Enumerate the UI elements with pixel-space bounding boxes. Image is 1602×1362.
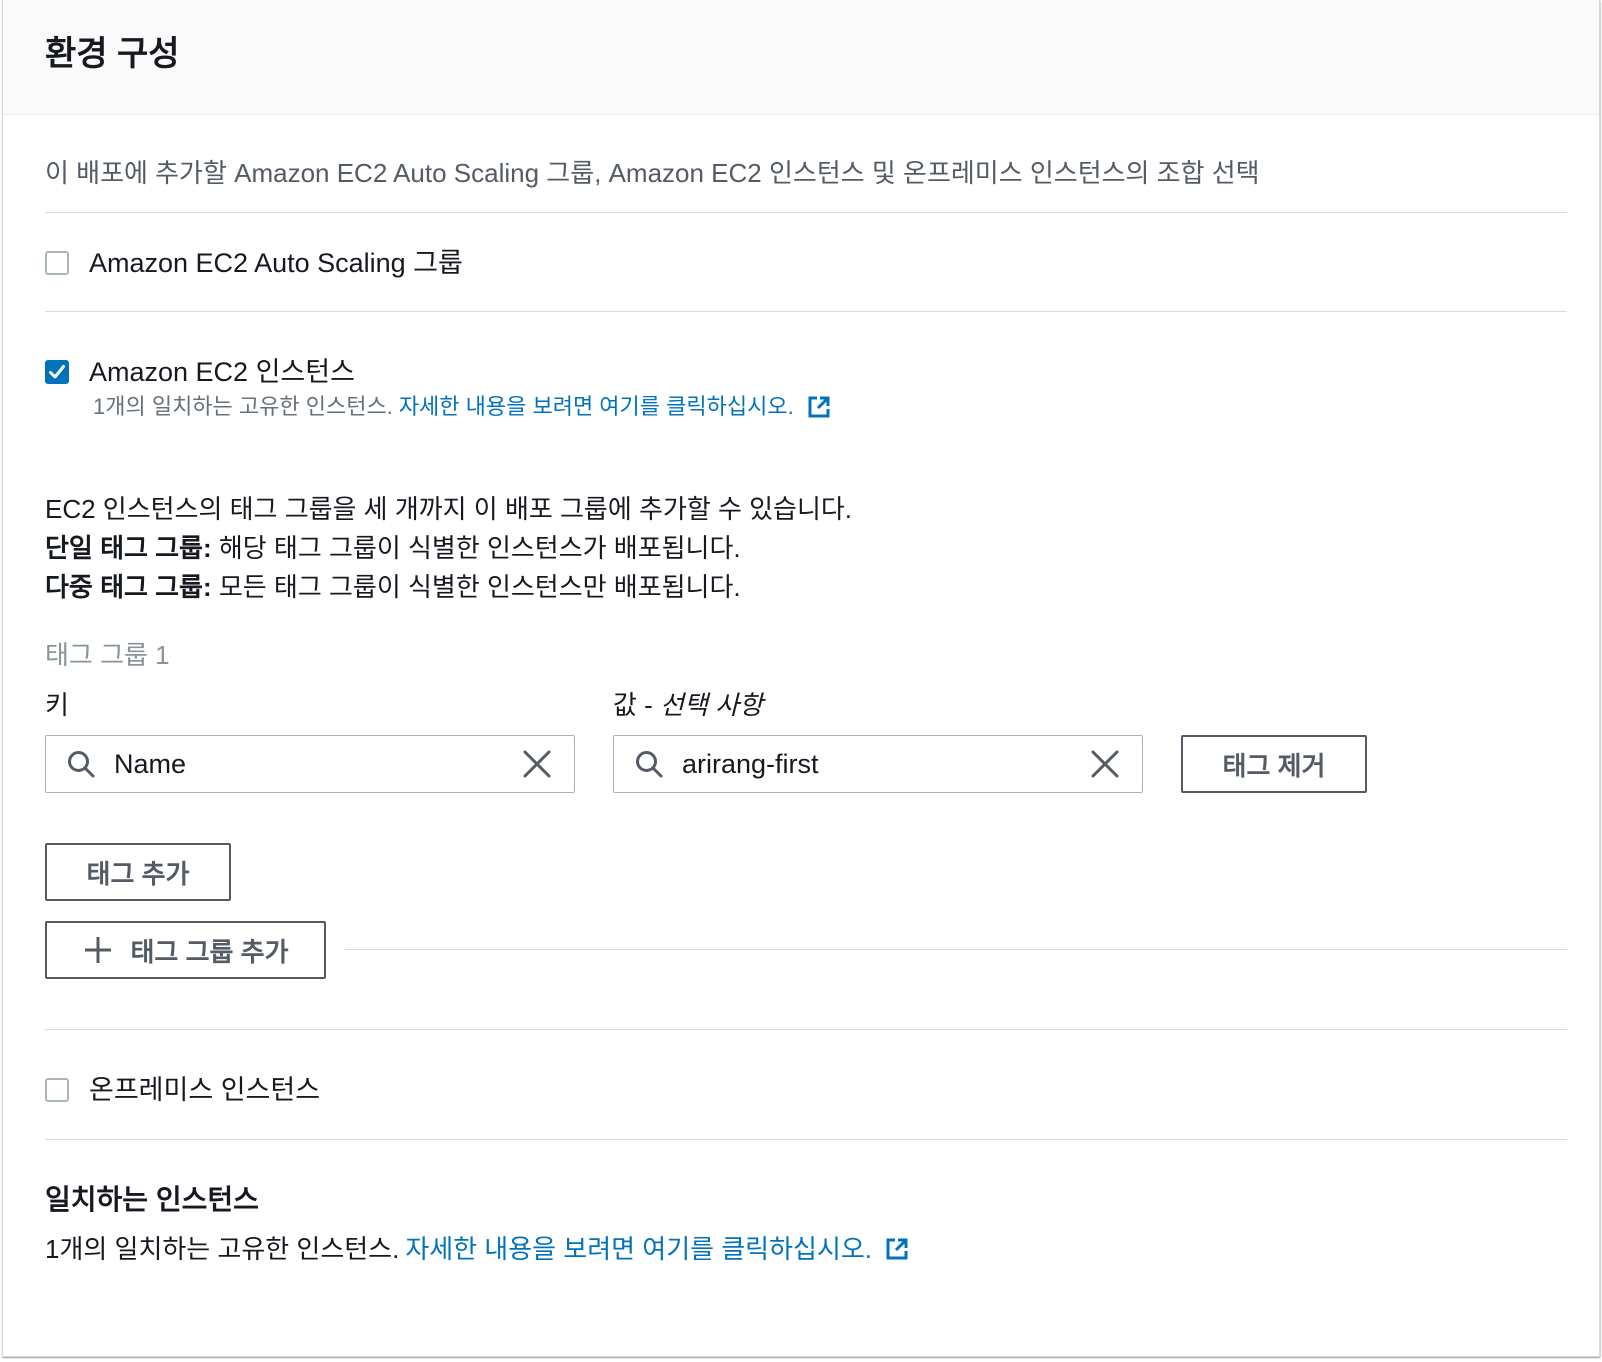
asg-option: Amazon EC2 Auto Scaling 그룹 bbox=[45, 244, 463, 282]
page-title: 환경 구성 bbox=[45, 35, 180, 73]
add-tag-group-label: 태그 그룹 추가 bbox=[130, 936, 289, 967]
value-label: 값 - 선택 사항 bbox=[613, 686, 763, 724]
multi-tag-group-label: 다중 태그 그룹: bbox=[45, 572, 212, 602]
info-line: 단일 태그 그룹: 해당 태그 그룹이 식별한 인스턴스가 배포됩니다. bbox=[45, 529, 852, 568]
close-icon[interactable] bbox=[522, 749, 552, 779]
single-tag-group-label: 단일 태그 그룹: bbox=[45, 533, 212, 563]
panel-header: 환경 구성 bbox=[3, 0, 1599, 115]
key-search-field bbox=[45, 735, 575, 793]
value-label-prefix: 값 - bbox=[613, 690, 661, 720]
divider bbox=[45, 311, 1567, 312]
remove-tag-button[interactable]: 태그 제거 bbox=[1181, 735, 1367, 793]
asg-checkbox-label[interactable]: Amazon EC2 Auto Scaling 그룹 bbox=[89, 244, 463, 282]
ec2-match-summary: 1개의 일치하는 고유한 인스턴스. 자세한 내용을 보려면 여기를 클릭하십시… bbox=[93, 390, 832, 424]
value-label-optional: 선택 사항 bbox=[660, 690, 763, 720]
matching-count: 1개의 일치하는 고유한 인스턴스. bbox=[45, 1234, 400, 1264]
search-icon bbox=[636, 751, 663, 778]
tag-group-title: 태그 그룹 1 bbox=[45, 640, 170, 670]
ec2-checkbox-label[interactable]: Amazon EC2 인스턴스 bbox=[89, 353, 355, 391]
divider bbox=[345, 949, 1567, 950]
tag-group-info: EC2 인스턴스의 태그 그룹을 세 개까지 이 배포 그룹에 추가할 수 있습… bbox=[45, 490, 852, 607]
key-label: 키 bbox=[45, 690, 69, 720]
single-tag-group-text: 해당 태그 그룹이 식별한 인스턴스가 배포됩니다. bbox=[211, 533, 741, 563]
ec2-match-count: 1개의 일치하는 고유한 인스턴스. bbox=[93, 394, 393, 419]
external-link-icon[interactable] bbox=[884, 1236, 910, 1262]
external-link-icon[interactable] bbox=[806, 394, 832, 420]
asg-checkbox[interactable] bbox=[45, 251, 69, 275]
matching-instances-summary: 1개의 일치하는 고유한 인스턴스. 자세한 내용을 보려면 여기를 클릭하십시… bbox=[45, 1230, 910, 1268]
panel-description: 이 배포에 추가할 Amazon EC2 Auto Scaling 그룹, Am… bbox=[45, 158, 1260, 188]
add-tag-group-button[interactable]: 태그 그룹 추가 bbox=[45, 921, 326, 979]
environment-config-panel: 환경 구성 이 배포에 추가할 Amazon EC2 Auto Scaling … bbox=[2, 0, 1600, 1357]
check-icon bbox=[49, 365, 65, 379]
divider bbox=[45, 1029, 1567, 1030]
value-input[interactable] bbox=[680, 747, 1090, 781]
key-input[interactable] bbox=[112, 747, 522, 781]
onprem-option: 온프레미스 인스턴스 bbox=[45, 1071, 320, 1109]
plus-icon bbox=[84, 937, 111, 963]
onprem-checkbox-label[interactable]: 온프레미스 인스턴스 bbox=[89, 1071, 320, 1109]
value-search-field bbox=[613, 735, 1143, 793]
info-line: 다중 태그 그룹: 모든 태그 그룹이 식별한 인스턴스만 배포됩니다. bbox=[45, 568, 852, 607]
onprem-checkbox[interactable] bbox=[45, 1078, 69, 1102]
divider bbox=[45, 212, 1567, 213]
ec2-checkbox[interactable] bbox=[45, 360, 69, 384]
divider bbox=[45, 1139, 1567, 1140]
add-tag-button[interactable]: 태그 추가 bbox=[45, 843, 231, 901]
multi-tag-group-text: 모든 태그 그룹이 식별한 인스턴스만 배포됩니다. bbox=[211, 572, 741, 602]
ec2-option: Amazon EC2 인스턴스 bbox=[45, 353, 355, 391]
info-line: EC2 인스턴스의 태그 그룹을 세 개까지 이 배포 그룹에 추가할 수 있습… bbox=[45, 494, 853, 524]
matching-instances-title: 일치하는 인스턴스 bbox=[45, 1184, 259, 1215]
close-icon[interactable] bbox=[1090, 749, 1120, 779]
search-icon bbox=[68, 751, 95, 778]
ec2-details-link[interactable]: 자세한 내용을 보려면 여기를 클릭하십시오. bbox=[399, 390, 794, 424]
matching-details-link[interactable]: 자세한 내용을 보려면 여기를 클릭하십시오. bbox=[405, 1230, 872, 1268]
